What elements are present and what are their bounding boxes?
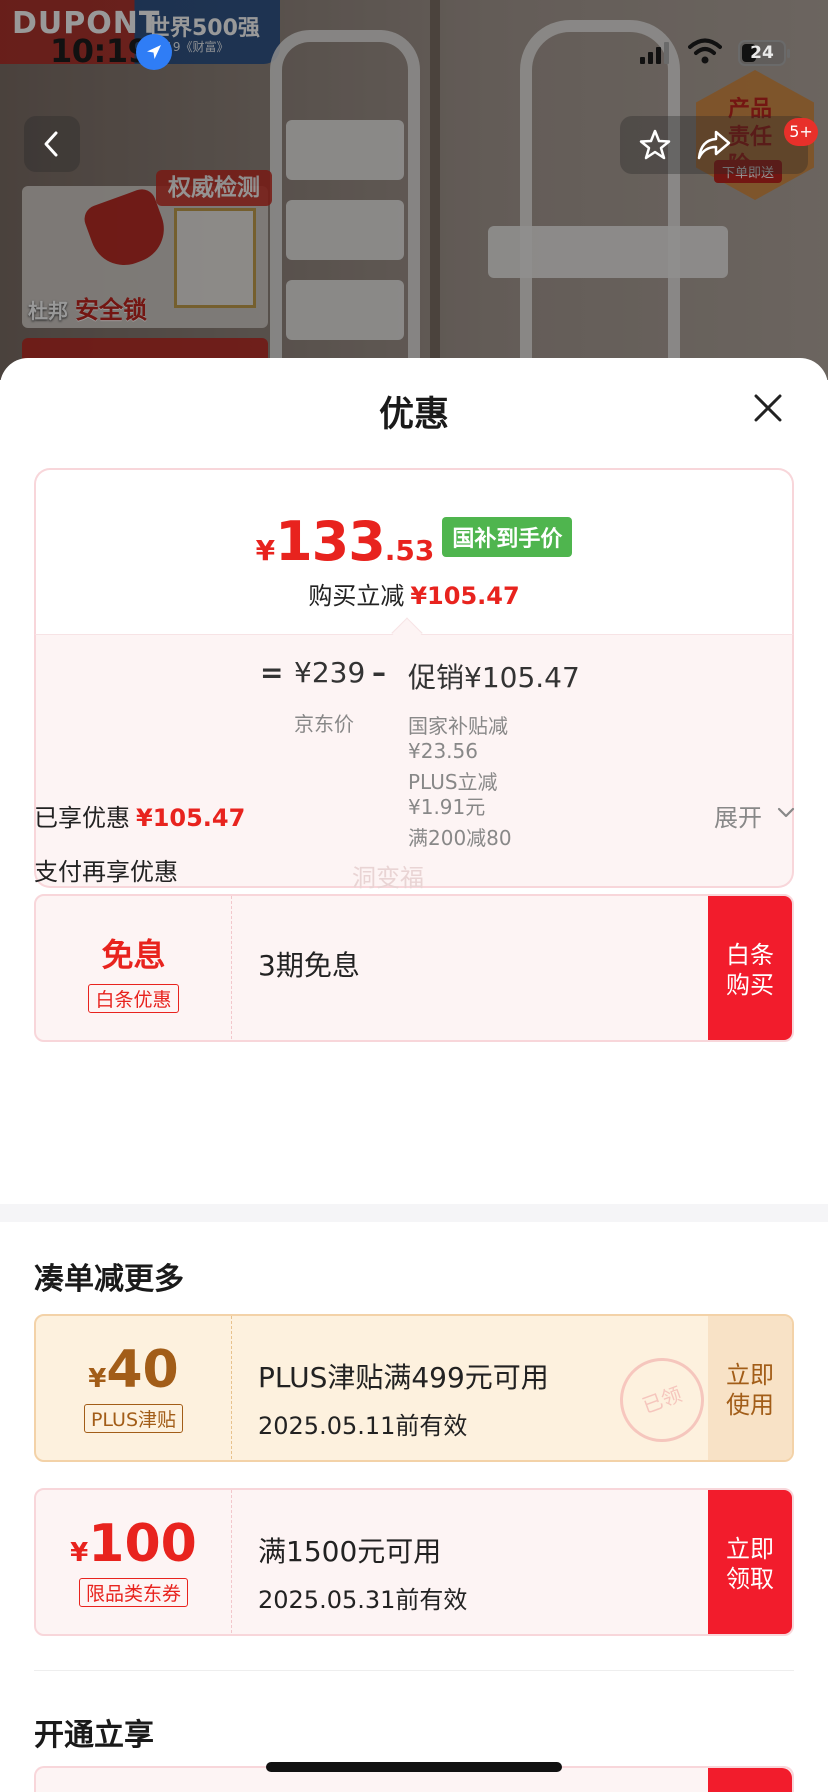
- enjoyed-label: 已享优惠: [34, 804, 130, 832]
- equals-sign: =: [260, 656, 284, 689]
- gov-subsidy-tag: 国补到手价: [442, 517, 573, 557]
- enjoyed-discount: 已享优惠 ¥105.47: [34, 798, 245, 833]
- final-price: ¥133.53 国补到手价: [36, 510, 792, 573]
- price-currency: ¥: [255, 534, 276, 567]
- coupon-amount: 40: [106, 1340, 179, 1400]
- back-button[interactable]: [24, 116, 80, 172]
- promo-total: 促销¥105.47: [408, 661, 580, 694]
- baitiao-buy-button[interactable]: 白条 购买: [708, 896, 792, 1040]
- coupon-currency: ¥: [70, 1538, 89, 1568]
- instant-save-line: 购买立减 ¥105.47: [36, 576, 792, 611]
- coupon-amount-panel: ¥40 PLUS津贴: [36, 1316, 232, 1460]
- baitiao-main: 免息: [101, 936, 166, 974]
- home-indicator[interactable]: [266, 1762, 562, 1772]
- section-divider: [0, 1204, 828, 1222]
- close-icon[interactable]: [748, 388, 788, 428]
- more-deals-title: 凑单减更多: [34, 1262, 184, 1297]
- wifi-icon: [688, 38, 722, 64]
- status-time: 10:19: [50, 32, 150, 70]
- save-amount: ¥105.47: [410, 582, 520, 610]
- claim-now-button[interactable]: 立即 领取: [708, 1490, 792, 1634]
- price-decimal: .53: [384, 534, 435, 567]
- coupon-amount: 100: [88, 1514, 197, 1574]
- location-arrow-icon: [136, 34, 172, 70]
- price-card-top: ¥133.53 国补到手价 购买立减 ¥105.47: [34, 468, 794, 634]
- coupon-tag: 限品类东券: [78, 1578, 188, 1607]
- baitiao-installment-card[interactable]: 免息 白条优惠 3期免息 白条 购买: [34, 894, 794, 1042]
- minus-sign: –: [372, 656, 386, 689]
- enjoyed-amount: ¥105.47: [136, 804, 246, 832]
- coupon-title: 满1500元可用: [258, 1535, 442, 1568]
- chevron-down-icon[interactable]: [776, 804, 796, 820]
- use-now-button[interactable]: 立即 使用: [708, 1316, 792, 1460]
- coupon-expiry: 2025.05.31前有效: [258, 1586, 468, 1614]
- baitiao-tag: 白条优惠: [88, 984, 179, 1013]
- open-benefits-title: 开通立享: [34, 1718, 154, 1753]
- watermark-text: 洞变福: [352, 864, 424, 892]
- coupon-title: PLUS津贴满499元可用: [258, 1361, 549, 1394]
- top-action-group: 5+: [620, 116, 818, 174]
- battery-icon: 24: [738, 40, 790, 66]
- baitiao-title: 3期免息: [258, 949, 360, 982]
- jd-price-label: 京东价: [294, 712, 354, 736]
- sheet-title: 优惠: [378, 395, 449, 435]
- pay-more-label: 支付再享优惠: [34, 858, 178, 886]
- coupon-tag: PLUS津贴: [83, 1404, 184, 1433]
- coupon-card-jd[interactable]: ¥100 限品类东券 满1500元可用 2025.05.31前有效 立即 领取: [34, 1488, 794, 1636]
- jd-price: ¥239: [294, 656, 366, 689]
- notification-badge: 5+: [784, 118, 818, 146]
- chevron-left-icon: [44, 131, 58, 157]
- coupon-amount-panel: ¥100 限品类东券: [36, 1490, 232, 1634]
- section-separator: [34, 1670, 794, 1671]
- coupon-info: 满1500元可用 2025.05.31前有效: [232, 1490, 708, 1634]
- discount-bottom-sheet: 优惠 ¥133.53 国补到手价 购买立减 ¥105.47 = ¥239 – 促销¥…: [0, 358, 828, 1792]
- share-icon[interactable]: [696, 128, 732, 162]
- baitiao-info: 3期免息: [232, 896, 708, 1040]
- gov-subsidy-item: 国家补贴减 ¥23.56: [408, 714, 508, 763]
- expand-button[interactable]: 展开: [714, 798, 762, 833]
- full-reduction-item: 满200减80: [408, 826, 512, 850]
- coupon-currency: ¥: [88, 1364, 107, 1394]
- save-label: 购买立减: [308, 582, 405, 610]
- favorite-star-icon[interactable]: [638, 128, 672, 162]
- price-integer: 133: [275, 510, 386, 573]
- baitiao-left-panel: 免息 白条优惠: [36, 896, 232, 1040]
- coupon-expiry: 2025.05.11前有效: [258, 1412, 468, 1440]
- plus-discount-item: PLUS立减 ¥1.91元: [408, 770, 498, 819]
- signal-icon: [640, 42, 669, 64]
